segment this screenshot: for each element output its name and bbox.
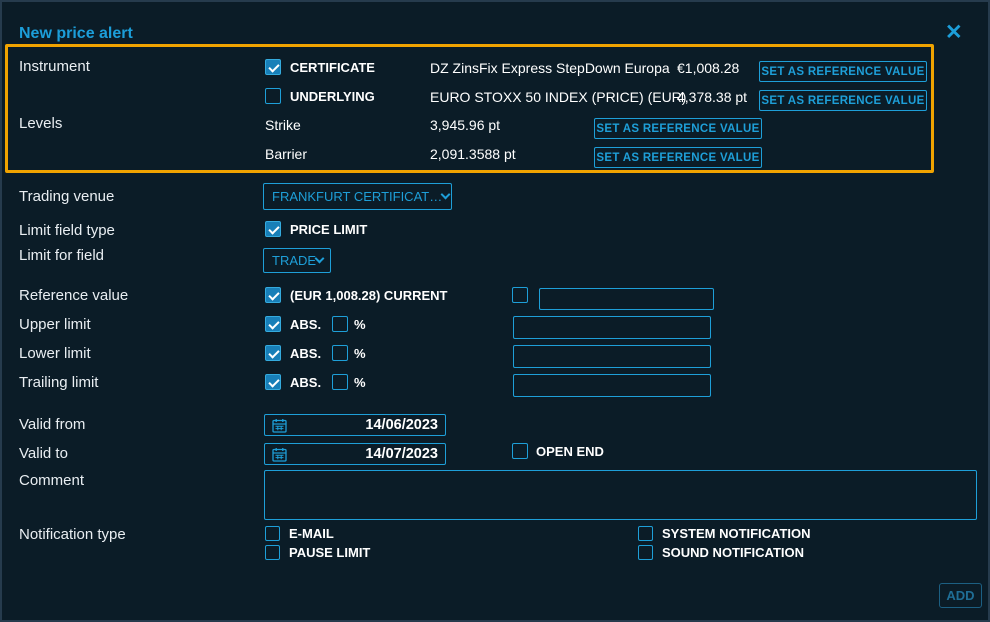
sound-notification-checkbox[interactable] [638, 545, 653, 560]
calendar-icon [272, 447, 287, 462]
valid-to-value: 14/07/2023 [365, 446, 438, 462]
certificate-label: CERTIFICATE [290, 60, 375, 76]
limit-for-field-value: TRADE [272, 253, 316, 268]
lower-abs-checkbox[interactable] [265, 345, 281, 361]
underlying-name: EURO STOXX 50 INDEX (PRICE) (EUR) [430, 89, 686, 105]
instrument-label: Instrument [19, 58, 90, 75]
reference-current-label: (EUR 1,008.28) CURRENT [290, 288, 448, 304]
levels-label: Levels [19, 115, 62, 132]
trading-venue-select[interactable]: FRANKFURT CERTIFICAT… [263, 183, 452, 210]
open-end-checkbox[interactable] [512, 443, 528, 459]
price-limit-label: PRICE LIMIT [290, 222, 367, 238]
comment-label: Comment [19, 472, 84, 489]
upper-abs-checkbox[interactable] [265, 316, 281, 332]
strike-label: Strike [265, 117, 301, 133]
reference-custom-checkbox[interactable] [512, 287, 528, 303]
lower-pct-checkbox[interactable] [332, 345, 348, 361]
upper-pct-checkbox[interactable] [332, 316, 348, 332]
limit-field-type-label: Limit field type [19, 222, 115, 239]
strike-value: 3,945.96 pt [430, 117, 500, 133]
trailing-abs-label: ABS. [290, 375, 321, 391]
limit-for-field-select[interactable]: TRADE [263, 248, 331, 273]
barrier-value: 2,091.3588 pt [430, 146, 516, 162]
lower-limit-label: Lower limit [19, 345, 91, 362]
trailing-limit-label: Trailing limit [19, 374, 98, 391]
valid-from-label: Valid from [19, 416, 85, 433]
email-checkbox[interactable] [265, 526, 280, 541]
barrier-label: Barrier [265, 146, 307, 162]
upper-limit-input[interactable] [513, 316, 711, 339]
close-button[interactable]: ✕ [945, 22, 963, 44]
underlying-checkbox[interactable] [265, 88, 281, 104]
reference-value-label: Reference value [19, 287, 128, 304]
email-label: E-MAIL [289, 526, 334, 542]
comment-textarea[interactable] [264, 470, 977, 520]
set-reference-strike-button[interactable]: SET AS REFERENCE VALUE [594, 118, 762, 139]
dialog-title: New price alert [19, 25, 133, 43]
certificate-checkbox[interactable] [265, 59, 281, 75]
add-button[interactable]: ADD [939, 583, 982, 608]
trailing-abs-checkbox[interactable] [265, 374, 281, 390]
new-price-alert-dialog: New price alert ✕ Instrument CERTIFICATE… [0, 0, 990, 622]
valid-from-date-field[interactable]: 14/06/2023 [264, 414, 446, 436]
trading-venue-label: Trading venue [19, 188, 114, 205]
upper-abs-label: ABS. [290, 317, 321, 333]
trailing-pct-label: % [354, 375, 366, 391]
trailing-pct-checkbox[interactable] [332, 374, 348, 390]
trading-venue-value: FRANKFURT CERTIFICAT… [272, 189, 442, 204]
upper-pct-label: % [354, 317, 366, 333]
system-notification-label: SYSTEM NOTIFICATION [662, 526, 811, 542]
underlying-price: 4,378.38 pt [677, 89, 747, 105]
calendar-icon [272, 418, 287, 433]
limit-for-field-label: Limit for field [19, 247, 104, 264]
open-end-label: OPEN END [536, 444, 604, 460]
price-limit-checkbox[interactable] [265, 221, 281, 237]
chevron-down-icon [441, 190, 451, 200]
system-notification-checkbox[interactable] [638, 526, 653, 541]
reference-current-checkbox[interactable] [265, 287, 281, 303]
valid-to-date-field[interactable]: 14/07/2023 [264, 443, 446, 465]
valid-from-value: 14/06/2023 [365, 417, 438, 433]
trailing-limit-input[interactable] [513, 374, 711, 397]
lower-limit-input[interactable] [513, 345, 711, 368]
lower-abs-label: ABS. [290, 346, 321, 362]
lower-pct-label: % [354, 346, 366, 362]
chevron-down-icon [315, 254, 325, 264]
underlying-label: UNDERLYING [290, 89, 375, 105]
certificate-price: €1,008.28 [677, 60, 739, 76]
set-reference-certificate-button[interactable]: SET AS REFERENCE VALUE [759, 61, 927, 82]
pause-limit-label: PAUSE LIMIT [289, 545, 370, 561]
reference-custom-input[interactable] [539, 288, 714, 310]
upper-limit-label: Upper limit [19, 316, 91, 333]
valid-to-label: Valid to [19, 445, 68, 462]
set-reference-barrier-button[interactable]: SET AS REFERENCE VALUE [594, 147, 762, 168]
pause-limit-checkbox[interactable] [265, 545, 280, 560]
set-reference-underlying-button[interactable]: SET AS REFERENCE VALUE [759, 90, 927, 111]
notification-type-label: Notification type [19, 526, 126, 543]
certificate-name: DZ ZinsFix Express StepDown Europa [430, 60, 670, 76]
sound-notification-label: SOUND NOTIFICATION [662, 545, 804, 561]
